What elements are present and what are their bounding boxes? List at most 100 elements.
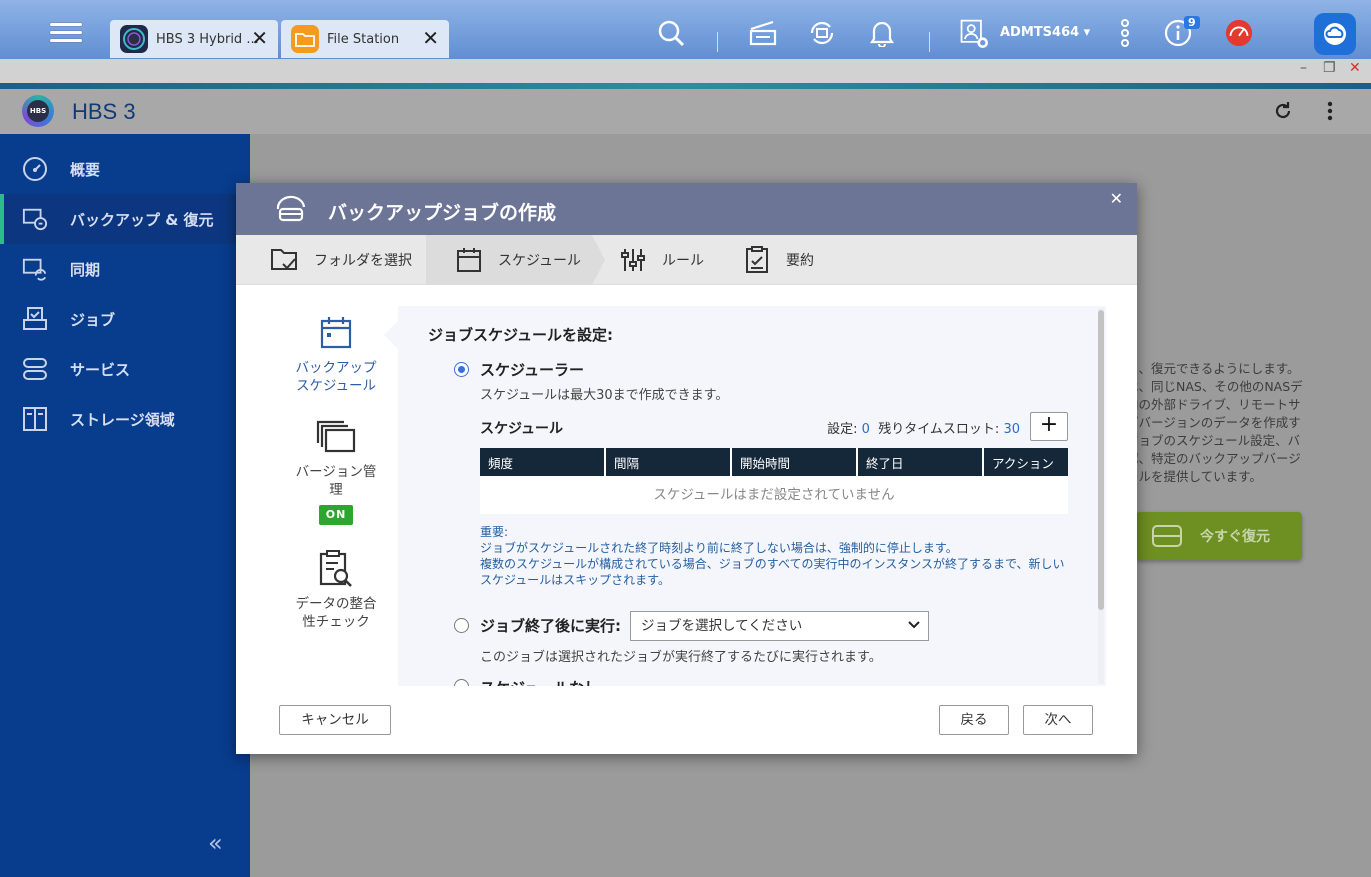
- schedule-table: 頻度 間隔 開始時間 終了日 アクション スケジュールはまだ設定されていません: [480, 448, 1068, 514]
- sidebar-item-label: バックアップ & 復元: [70, 210, 214, 229]
- restore-now-button[interactable]: 今すぐ復元: [1136, 512, 1302, 560]
- dialog-close-button[interactable]: ✕: [1110, 189, 1123, 208]
- cancel-button[interactable]: キャンセル: [279, 705, 391, 735]
- bell-icon[interactable]: [867, 18, 897, 48]
- app-title: HBS 3: [72, 99, 136, 124]
- tab-label: File Station: [327, 31, 400, 47]
- sidebar-item-sync[interactable]: 同期: [0, 244, 250, 294]
- sidebar-item-label: 概要: [70, 160, 101, 179]
- column-interval: 間隔: [606, 448, 732, 476]
- background-task-icon[interactable]: [807, 18, 837, 48]
- refresh-icon[interactable]: [1271, 99, 1295, 123]
- next-button[interactable]: 次へ: [1023, 705, 1093, 735]
- dialog-title: バックアップジョブの作成: [328, 202, 557, 224]
- media-icon[interactable]: [748, 18, 778, 48]
- scheduler-label: スケジューラー: [480, 361, 584, 379]
- service-icon: [22, 356, 48, 382]
- user-menu[interactable]: ADMTS464 ▾: [1000, 25, 1090, 40]
- create-backup-job-dialog: バックアップジョブの作成 ✕ フォルダを選択 スケジュール ルール 要約 バック…: [236, 183, 1137, 754]
- maximize-button[interactable]: ❐: [1323, 60, 1336, 76]
- notification-badge: 9: [1184, 16, 1200, 29]
- column-end-date: 終了日: [858, 448, 984, 476]
- sidebar-item-storage[interactable]: ストレージ領域: [0, 394, 250, 444]
- panel-scrollbar-thumb[interactable]: [1098, 310, 1104, 610]
- backup-job-icon: [276, 195, 306, 222]
- description-text: し、復元できるようにします。 は、同じNAS、その他のNASデ 内の外部ドライブ…: [1126, 361, 1303, 484]
- integrity-check-icon: [316, 549, 356, 589]
- dashboard-icon: [22, 156, 48, 182]
- dialog-header: バックアップジョブの作成 ✕: [236, 183, 1137, 235]
- sidebar-item-backup-restore[interactable]: バックアップ & 復元: [0, 194, 250, 244]
- tab-label: HBS 3 Hybrid ...: [156, 31, 259, 47]
- tab-file-station[interactable]: File Station ✕: [281, 20, 449, 58]
- back-button[interactable]: 戻る: [939, 705, 1009, 735]
- sidebar-item-label: ストレージ領域: [70, 410, 175, 429]
- table-header: 頻度 間隔 開始時間 終了日 アクション: [480, 448, 1068, 476]
- step-rules[interactable]: ルール: [608, 235, 738, 285]
- sidebar-item-label: ジョブ: [70, 310, 116, 329]
- tab-close-icon[interactable]: ✕: [251, 28, 268, 48]
- window-bar: – ❐ ✕: [0, 59, 1371, 83]
- main-menu-button[interactable]: [50, 18, 82, 48]
- column-start-time: 開始時間: [732, 448, 858, 476]
- no-schedule-label: スケジュールなし: [480, 677, 599, 686]
- after-job-description: このジョブは選択されたジョブが実行終了するたびに実行されます。: [480, 650, 882, 665]
- step-schedule[interactable]: スケジュール: [426, 235, 592, 285]
- tab-hbs3[interactable]: HBS 3 Hybrid ... ✕: [110, 20, 278, 58]
- schedule-status: 設定: 0 残りタイムスロット: 30: [827, 422, 1020, 437]
- hbs3-logo: HBS: [22, 95, 54, 127]
- panel-title: ジョブスケジュールを設定:: [428, 326, 613, 344]
- app-header: HBS HBS 3: [0, 89, 1371, 134]
- collapse-sidebar-button[interactable]: «: [208, 829, 223, 857]
- minimize-button[interactable]: –: [1300, 60, 1307, 76]
- folder-app-icon: [291, 25, 319, 53]
- after-job-label: ジョブ終了後に実行:: [480, 617, 621, 635]
- search-icon[interactable]: [656, 18, 686, 48]
- column-action: アクション: [992, 455, 1054, 471]
- sidebar-item-overview[interactable]: 概要: [0, 144, 250, 194]
- sidebar: 概要 バックアップ & 復元 同期 ジョブ サービス ストレージ領域 «: [0, 134, 250, 877]
- resource-monitor-icon[interactable]: [1224, 18, 1254, 48]
- nav-version-management[interactable]: バージョン管理 ON: [256, 417, 416, 525]
- job-icon: [22, 306, 48, 332]
- restore-icon: [1152, 525, 1182, 547]
- folder-select-icon: [270, 245, 300, 275]
- hbs3-app-icon: [120, 25, 148, 53]
- step-select-folder[interactable]: フォルダを選択: [236, 235, 426, 285]
- chevron-down-icon: [908, 621, 920, 629]
- versions-icon: [316, 417, 356, 457]
- scheduler-radio[interactable]: [454, 362, 469, 377]
- step-summary[interactable]: 要約: [742, 235, 862, 285]
- nav-integrity-check[interactable]: データの整合性チェック: [256, 549, 416, 631]
- storage-icon: [22, 406, 48, 432]
- sidebar-item-label: サービス: [70, 360, 131, 379]
- after-job-radio[interactable]: [454, 618, 469, 633]
- scheduler-description: スケジュールは最大30まで作成できます。: [480, 388, 729, 403]
- user-icon[interactable]: [958, 18, 988, 48]
- sidebar-item-service[interactable]: サービス: [0, 344, 250, 394]
- taskbar: HBS 3 Hybrid ... ✕ File Station ✕ ADMTS4…: [0, 0, 1371, 68]
- sidebar-item-label: 同期: [70, 260, 101, 279]
- schedule-panel: ジョブスケジュールを設定: スケジューラー スケジュールは最大30まで作成できま…: [398, 306, 1106, 686]
- calendar-icon: [316, 313, 356, 353]
- window-close-button[interactable]: ✕: [1349, 60, 1361, 76]
- add-schedule-button[interactable]: +: [1030, 412, 1068, 441]
- important-note: 重要: ジョブがスケジュールされた終了時刻より前に終了しない場合は、強制的に停止…: [480, 525, 1065, 587]
- version-on-badge: ON: [318, 505, 354, 525]
- cloud-icon[interactable]: [1314, 13, 1356, 55]
- wizard-steps: フォルダを選択 スケジュール ルール 要約: [236, 235, 1137, 285]
- backup-restore-icon: [22, 206, 48, 232]
- tab-close-icon[interactable]: ✕: [422, 28, 439, 48]
- calendar-icon: [454, 245, 484, 275]
- rules-icon: [618, 245, 648, 275]
- job-select-dropdown[interactable]: ジョブを選択してください: [630, 611, 929, 641]
- more-options-icon[interactable]: [1110, 18, 1140, 48]
- more-icon[interactable]: [1318, 99, 1342, 123]
- sidebar-item-job[interactable]: ジョブ: [0, 294, 250, 344]
- table-empty-message: スケジュールはまだ設定されていません: [480, 476, 1068, 514]
- summary-icon: [742, 245, 772, 275]
- no-schedule-radio[interactable]: [454, 679, 469, 686]
- sync-icon: [22, 256, 48, 282]
- column-frequency: 頻度: [480, 448, 606, 476]
- schedule-header: スケジュール: [480, 421, 564, 437]
